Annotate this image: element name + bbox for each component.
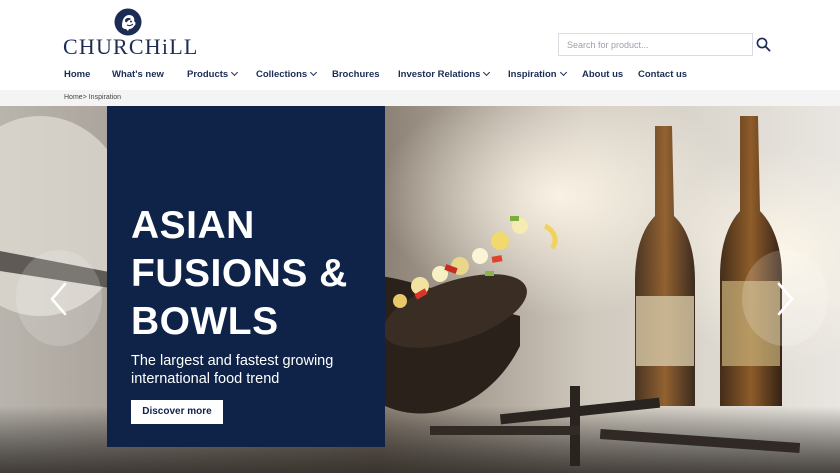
nav-item-home[interactable]: Home bbox=[64, 68, 90, 82]
nav-item-inspiration[interactable]: Inspiration bbox=[508, 68, 567, 82]
hero-subtitle: The largest and fastest growing internat… bbox=[131, 353, 334, 387]
nav-item-collections[interactable]: Collections bbox=[256, 68, 318, 82]
nav-item-brochures[interactable]: Brochures bbox=[332, 68, 380, 82]
discover-more-button[interactable]: Discover more bbox=[131, 400, 223, 424]
nav-item-whats-new[interactable]: What's new bbox=[112, 68, 164, 82]
nav-item-label: What's new bbox=[112, 69, 164, 80]
nav-item-about-us[interactable]: About us bbox=[582, 68, 623, 82]
carousel-next-button[interactable] bbox=[742, 250, 828, 346]
chevron-down-icon bbox=[559, 68, 567, 77]
main-nav: Home What's new Products Collections Bro… bbox=[0, 68, 840, 82]
carousel-prev-button[interactable] bbox=[16, 250, 102, 346]
logo-wordmark: CHURCHiLL bbox=[63, 34, 199, 59]
breadcrumb-home-link[interactable]: Home bbox=[64, 94, 83, 101]
nav-item-contact-us[interactable]: Contact us bbox=[638, 68, 687, 82]
nav-item-label: Home bbox=[64, 69, 91, 80]
lion-crest-icon bbox=[114, 8, 142, 36]
nav-item-label: Products bbox=[187, 69, 229, 80]
site-header: CHURCHiLL Home What's new Products Colle… bbox=[0, 0, 840, 90]
breadcrumb: Home> Inspiration bbox=[64, 93, 121, 103]
search-icon[interactable] bbox=[756, 37, 771, 52]
nav-item-label: Inspiration bbox=[508, 69, 557, 80]
chevron-down-icon bbox=[483, 68, 491, 77]
breadcrumb-bar: Home> Inspiration bbox=[0, 90, 840, 106]
nav-item-label: Collections bbox=[256, 69, 308, 80]
breadcrumb-separator: > bbox=[82, 94, 87, 101]
chevron-right-icon bbox=[777, 282, 794, 316]
nav-item-products[interactable]: Products bbox=[187, 68, 239, 82]
search-box bbox=[558, 33, 753, 56]
hero-title: ASIAN FUSIONS & BOWLS bbox=[131, 204, 348, 343]
hero-carousel: ASIAN FUSIONS & BOWLS The largest and fa… bbox=[0, 106, 840, 473]
hero-text-panel: ASIAN FUSIONS & BOWLS The largest and fa… bbox=[107, 106, 385, 447]
breadcrumb-current: Inspiration bbox=[88, 94, 122, 101]
nav-item-investor-relations[interactable]: Investor Relations bbox=[398, 68, 491, 82]
chevron-down-icon bbox=[310, 68, 318, 77]
chevron-down-icon bbox=[231, 68, 239, 77]
search-input[interactable] bbox=[559, 34, 752, 55]
nav-item-label: Investor Relations bbox=[398, 69, 481, 80]
nav-item-label: Contact us bbox=[638, 69, 688, 80]
nav-item-label: About us bbox=[582, 69, 624, 80]
chevron-left-icon bbox=[50, 282, 67, 316]
nav-item-label: Brochures bbox=[332, 69, 380, 80]
churchill-logo[interactable]: CHURCHiLL bbox=[63, 8, 197, 58]
